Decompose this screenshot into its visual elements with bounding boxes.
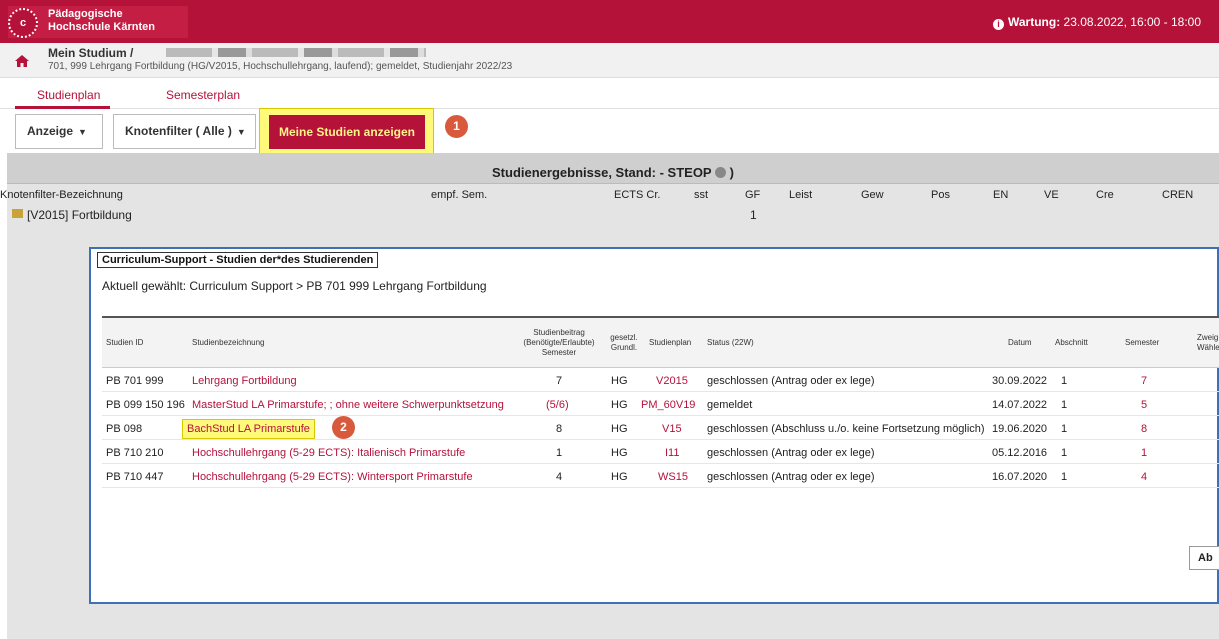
chevron-down-icon: ▼ [78, 127, 87, 137]
folder-icon [12, 209, 23, 218]
node-filter-dropdown[interactable]: Knotenfilter ( Alle ) ▼ [113, 114, 256, 149]
breadcrumb: Mein Studium / 701, 999 Lehrgang Fortbil… [0, 43, 1219, 78]
results-header: Studienergebnisse, Stand: - STEOP ) [7, 153, 1219, 184]
breadcrumb-subtitle: 701, 999 Lehrgang Fortbildung (HG/V2015,… [48, 61, 513, 72]
dialog-path: Aktuell gewählt: Curriculum Support > PB… [102, 279, 487, 293]
redacted-name [166, 48, 426, 57]
breadcrumb-title[interactable]: Mein Studium / [48, 46, 133, 60]
my-studies-button[interactable]: Meine Studien anzeigen [269, 115, 425, 149]
logo-text: Pädagogische Hochschule Kärnten [48, 8, 155, 33]
highlighted-study-link[interactable]: BachStud LA Primarstufe [182, 419, 315, 439]
step-marker-1: 1 [445, 115, 468, 138]
display-dropdown[interactable]: Anzeige ▼ [15, 114, 103, 149]
tab-semesterplan[interactable]: Semesterplan [166, 88, 240, 102]
top-bar: c Pädagogische Hochschule Kärnten i Wartu… [0, 0, 1219, 43]
tab-divider [0, 108, 1219, 109]
results-row[interactable]: [V2015] Fortbildung 1 [0, 206, 1219, 224]
logo-mark-icon: c [8, 8, 38, 38]
step-marker-2: 2 [332, 416, 355, 439]
highlight-box: Meine Studien anzeigen [259, 108, 434, 156]
curriculum-support-dialog: Curriculum-Support - Studien der*des Stu… [89, 247, 1219, 604]
logo[interactable]: c Pädagogische Hochschule Kärnten [8, 6, 188, 38]
table-row[interactable]: PB 710 447 Hochschullehrgang (5-29 ECTS)… [102, 465, 1219, 488]
studies-table: Studien ID Studienbezeichnung Studienbei… [102, 316, 1219, 488]
active-tab-indicator [15, 106, 110, 109]
results-title: Studienergebnisse, Stand: - STEOP ) [492, 165, 734, 180]
chevron-down-icon: ▼ [236, 127, 246, 137]
table-row[interactable]: PB 710 210 Hochschullehrgang (5-29 ECTS)… [102, 441, 1219, 464]
table-row[interactable]: PB 099 150 196 MasterStud LA Primarstufe… [102, 393, 1219, 416]
abort-button[interactable]: Ab [1189, 546, 1219, 570]
results-columns: Knotenfilter-Bezeichnung empf. Sem. ECTS… [0, 189, 1194, 201]
dialog-title: Curriculum-Support - Studien der*des Stu… [97, 252, 379, 268]
tab-studienplan[interactable]: Studienplan [37, 88, 100, 102]
info-icon: i [992, 19, 1004, 30]
home-icon[interactable] [15, 55, 29, 67]
steop-status-icon [715, 167, 726, 178]
table-header: Studien ID Studienbezeichnung Studienbei… [102, 318, 1219, 368]
maintenance-notice: i Wartung: 23.08.2022, 16:00 - 18:00 [992, 15, 1201, 30]
table-row[interactable]: PB 701 999 Lehrgang Fortbildung 7 HG V20… [102, 369, 1219, 392]
table-row[interactable]: PB 098 BachStud LA Primarstufe 8 HG V15 … [102, 417, 1219, 440]
